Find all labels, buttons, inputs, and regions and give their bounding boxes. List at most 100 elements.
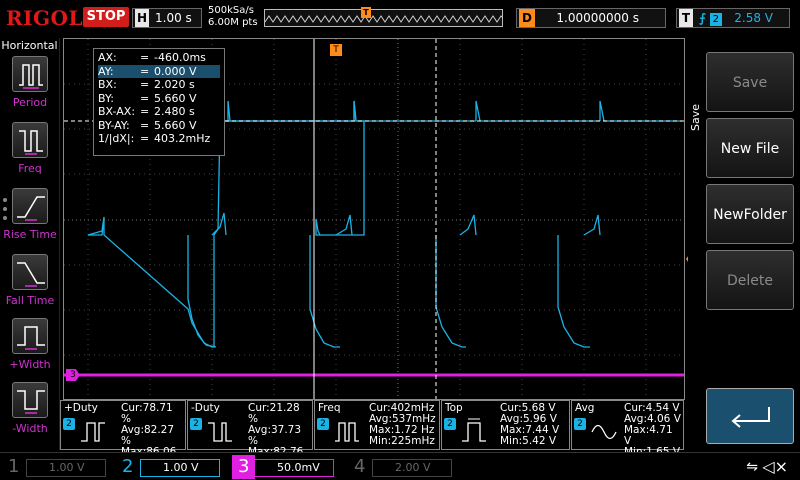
save-button[interactable]: Save — [706, 52, 794, 112]
measurement-avg: Avg:37.73 % — [248, 424, 302, 447]
cursor-value: 5.660 V — [154, 91, 197, 105]
channel-number: 2 — [122, 456, 134, 477]
trigger-label: T — [679, 9, 693, 27]
brand-logo: RIGOL — [6, 6, 84, 30]
delay-control[interactable]: D 1.00000000 s — [516, 8, 666, 28]
cursor-value: 5.660 V — [154, 118, 197, 132]
measure-pos-width-button[interactable]: +Width — [0, 318, 60, 382]
cursor-equals: = — [140, 118, 150, 132]
timebase-label: H — [135, 9, 149, 27]
memory-depth: 6.00M pts — [208, 17, 258, 28]
trigger-position-marker: T — [330, 44, 342, 56]
delay-label: D — [519, 9, 535, 27]
period-icon — [12, 56, 48, 92]
run-stop-indicator[interactable]: STOP — [83, 7, 129, 27]
cursor-value: 2.020 s — [154, 78, 195, 91]
top-status-bar: RIGOL STOP H 1.00 s 500kSa/s 6.00M pts T … — [0, 0, 800, 36]
top-level-icon — [462, 418, 486, 442]
cursor-row: AY: = 0.000 V — [98, 64, 220, 78]
measurement-min: Min:5.42 V — [500, 435, 557, 447]
measurement-source-badge: 2 — [444, 418, 456, 430]
measurement-stats: Cur:402mHz Avg:537mHz Max:1.72 Hz Min:225mH… — [369, 403, 436, 447]
trigger-source-badge: 2 — [709, 13, 722, 26]
measurement-stats: Cur:4.54 VAvg:4.06 VMax:4.71 VMin:1.65 V — [624, 403, 683, 458]
positive-width-icon — [12, 318, 48, 354]
cursor-row: BY: = 5.660 V — [98, 92, 220, 106]
cursor-key: 1/|dX|: — [98, 132, 135, 145]
channel-scale: 1.00 V — [140, 459, 220, 477]
cursor-value: -460.0ms — [154, 51, 206, 64]
channel-number: 1 — [8, 456, 20, 477]
cursor-row: BY-AY: = 5.660 V — [98, 119, 220, 133]
measure-freq-button[interactable]: Freq — [0, 122, 60, 186]
timebase-value: 1.00 s — [155, 11, 192, 25]
measurement-source-badge: 2 — [63, 418, 75, 430]
cursor-key: BY-AY: — [98, 118, 130, 132]
channel-status-bar: ⇋ ◁× 1 1.00 V 2 1.00 V 3 50.0mV 4 2.00 V — [0, 452, 800, 480]
measurement-item[interactable]: -Duty2Cur:21.28 %Avg:37.73 %Max:82.76 %M… — [187, 400, 313, 480]
cursor-equals: = — [140, 132, 150, 145]
frequency-icon — [12, 122, 48, 158]
return-button[interactable] — [706, 388, 794, 444]
measurement-item[interactable]: Top 2 Cur:5.68 V Avg:5.96 V Max:7.44 V Min:5.… — [441, 400, 570, 450]
measurement-name: Avg — [575, 402, 595, 414]
save-menu-title: Save — [689, 104, 702, 132]
cursor-equals: = — [140, 78, 150, 91]
panel-title: Horizontal — [1, 39, 58, 52]
measurement-avg: Avg:82.27 % — [121, 424, 175, 447]
measurement-name: +Duty — [64, 402, 98, 414]
rise-time-icon — [12, 188, 48, 224]
frequency-icon — [335, 422, 359, 442]
cursor-row: 1/|dX|: = 403.2mHz — [98, 132, 220, 146]
sample-rate: 500kSa/s — [208, 5, 254, 16]
measurement-stats: Cur:5.68 V Avg:5.96 V Max:7.44 V Min:5.42 V — [500, 403, 559, 447]
measurement-item[interactable]: Avg 2 Cur:4.54 VAvg:4.06 VMax:4.71 VMin:1.… — [571, 400, 684, 458]
channel-number: 4 — [354, 456, 366, 477]
channel-scale: 50.0mV — [254, 459, 334, 477]
cursor-key: AY: — [98, 64, 114, 78]
fall-time-icon — [12, 254, 48, 290]
rise-time-label: Rise Time — [3, 228, 57, 241]
average-sine-icon — [591, 424, 617, 440]
new-folder-button[interactable]: NewFolder — [706, 184, 794, 244]
cursor-row: AX: = -460.0ms — [98, 51, 220, 65]
channel-scale: 1.00 V — [26, 459, 106, 477]
timebase-control[interactable]: H 1.00 s — [132, 8, 202, 28]
usb-icon: ⇋ — [746, 459, 758, 475]
cursor-value: 0.000 V — [154, 64, 197, 78]
measure-period-button[interactable]: Period — [0, 56, 60, 120]
measure-rise-time-button[interactable]: Rise Time — [0, 188, 60, 252]
neg-duty-icon — [208, 422, 232, 442]
measurement-source-badge: 2 — [190, 418, 202, 430]
measure-neg-width-button[interactable]: -Width — [0, 382, 60, 446]
pos-duty-icon — [81, 422, 105, 442]
measurement-name: -Duty — [191, 402, 220, 414]
delay-value: 1.00000000 s — [556, 11, 639, 25]
new-file-button[interactable]: New File — [706, 118, 794, 178]
cursor-readout-panel: AX: = -460.0ms AY: = 0.000 V BX: = 2.020 s BY: = 5.… — [93, 48, 225, 156]
cursor-equals: = — [140, 105, 150, 118]
measurement-name: Freq — [318, 402, 341, 414]
period-label: Period — [12, 96, 48, 109]
negative-width-icon — [12, 382, 48, 418]
cursor-equals: = — [140, 64, 150, 78]
measure-fall-time-button[interactable]: Fall Time — [0, 254, 60, 318]
delete-button[interactable]: Delete — [706, 250, 794, 310]
measurement-name: Top — [445, 402, 463, 414]
speaker-mute-icon[interactable]: ◁× — [762, 457, 788, 476]
trigger-control[interactable]: T ⨍ 2 2.58 V — [676, 8, 790, 28]
channel-scale: 2.00 V — [372, 459, 452, 477]
memory-waveform-icon — [265, 15, 502, 23]
cursor-row: BX: = 2.020 s — [98, 78, 220, 92]
cursor-key: BX-AX: — [98, 105, 136, 118]
measurement-item[interactable]: +Duty2Cur:78.71 %Avg:82.27 %Max:86.06 %M… — [60, 400, 186, 480]
cursor-row: BX-AX: = 2.480 s — [98, 105, 220, 119]
pos-width-label: +Width — [9, 358, 51, 371]
cursor-key: AX: — [98, 51, 117, 64]
measurement-item[interactable]: Freq 2 Cur:402mHz Avg:537mHz Max:1.72 Hz Min:… — [314, 400, 440, 450]
horizontal-measure-panel: Horizontal Period Freq Rise Time Fall Ti… — [0, 38, 60, 450]
channel-number: 3 — [232, 455, 256, 479]
cursor-key: BY: — [98, 91, 114, 105]
measurement-cur: Cur:78.71 % — [121, 402, 173, 425]
memory-overview-bar[interactable] — [264, 9, 503, 27]
